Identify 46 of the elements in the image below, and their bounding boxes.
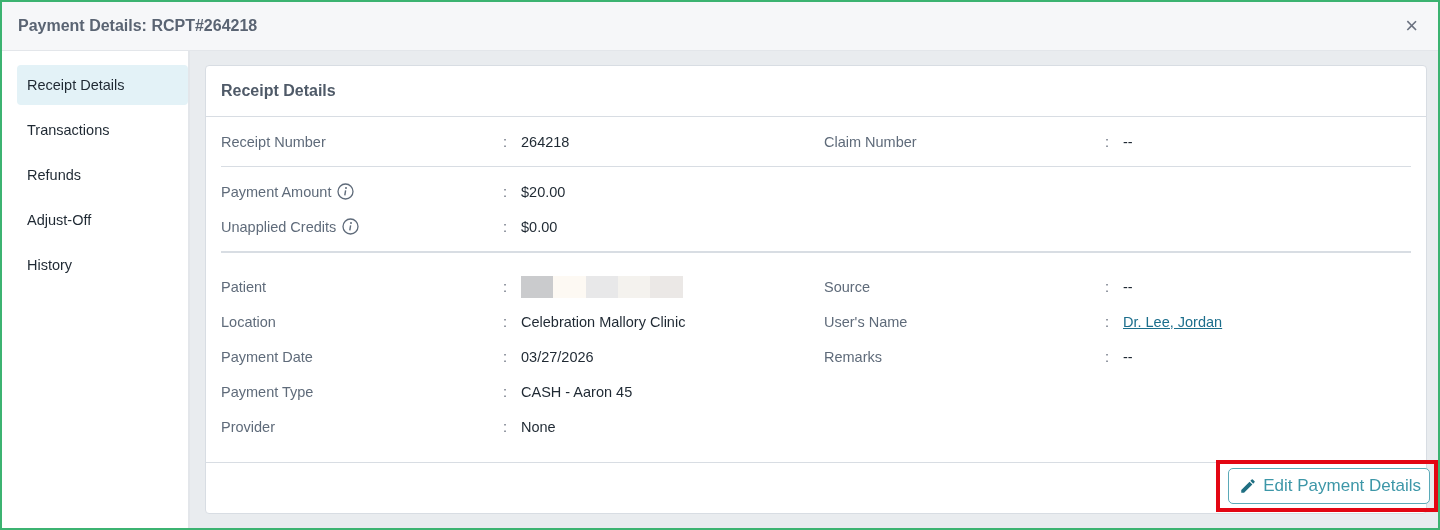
field-label: Provider: [221, 418, 275, 435]
field-label: Remarks: [824, 348, 882, 365]
field-value: CASH - Aaron 45: [521, 383, 634, 400]
field-label: Claim Number: [824, 133, 917, 150]
colon-separator: :: [503, 133, 509, 150]
colon-separator: :: [503, 183, 509, 200]
field-label: User's Name: [824, 313, 908, 330]
window-title: Payment Details: RCPT#264218: [18, 17, 258, 35]
colon-separator: :: [503, 418, 509, 435]
sidebar-item[interactable]: History: [17, 245, 188, 285]
field-value: $20.00: [521, 183, 567, 200]
info-icon[interactable]: [337, 183, 355, 200]
sidebar-item[interactable]: Refunds: [17, 155, 188, 195]
sidebar-item[interactable]: Receipt Details: [17, 65, 188, 105]
colon-separator: :: [1105, 348, 1111, 365]
field-label: Payment Amount: [221, 183, 332, 200]
colon-separator: :: [503, 218, 509, 235]
colon-separator: :: [503, 313, 509, 330]
sidebar-item[interactable]: Transactions: [17, 110, 188, 150]
colon-separator: :: [503, 348, 509, 365]
colon-separator: :: [1105, 313, 1111, 330]
field-value: --: [1123, 278, 1134, 295]
field-value: 03/27/2026: [521, 348, 595, 365]
field-value: --: [1123, 133, 1134, 150]
colon-separator: :: [1105, 278, 1111, 295]
field-value: --: [1123, 348, 1134, 365]
field-value: $0.00: [521, 218, 559, 235]
colon-separator: :: [503, 383, 509, 400]
sidebar-item[interactable]: Adjust-Off: [17, 200, 188, 240]
field-label: Receipt Number: [221, 133, 326, 150]
info-icon[interactable]: [342, 218, 360, 235]
field-value: None: [521, 418, 557, 435]
card-title: Receipt Details: [221, 82, 336, 100]
field-label: Patient: [221, 278, 267, 295]
field-label: Source: [824, 278, 870, 295]
field-label: Unapplied Credits: [221, 218, 337, 235]
close-button[interactable]: ×: [1401, 15, 1422, 37]
field-label: Location: [221, 313, 276, 330]
field-value: Celebration Mallory Clinic: [521, 313, 687, 330]
field-label: Payment Date: [221, 348, 313, 365]
colon-separator: :: [503, 278, 509, 295]
user-link[interactable]: Dr. Lee, Jordan: [1123, 313, 1223, 330]
colon-separator: :: [1105, 133, 1111, 150]
field-value: 264218: [521, 133, 571, 150]
pencil-icon: [1239, 477, 1258, 495]
field-label: Payment Type: [221, 383, 314, 400]
